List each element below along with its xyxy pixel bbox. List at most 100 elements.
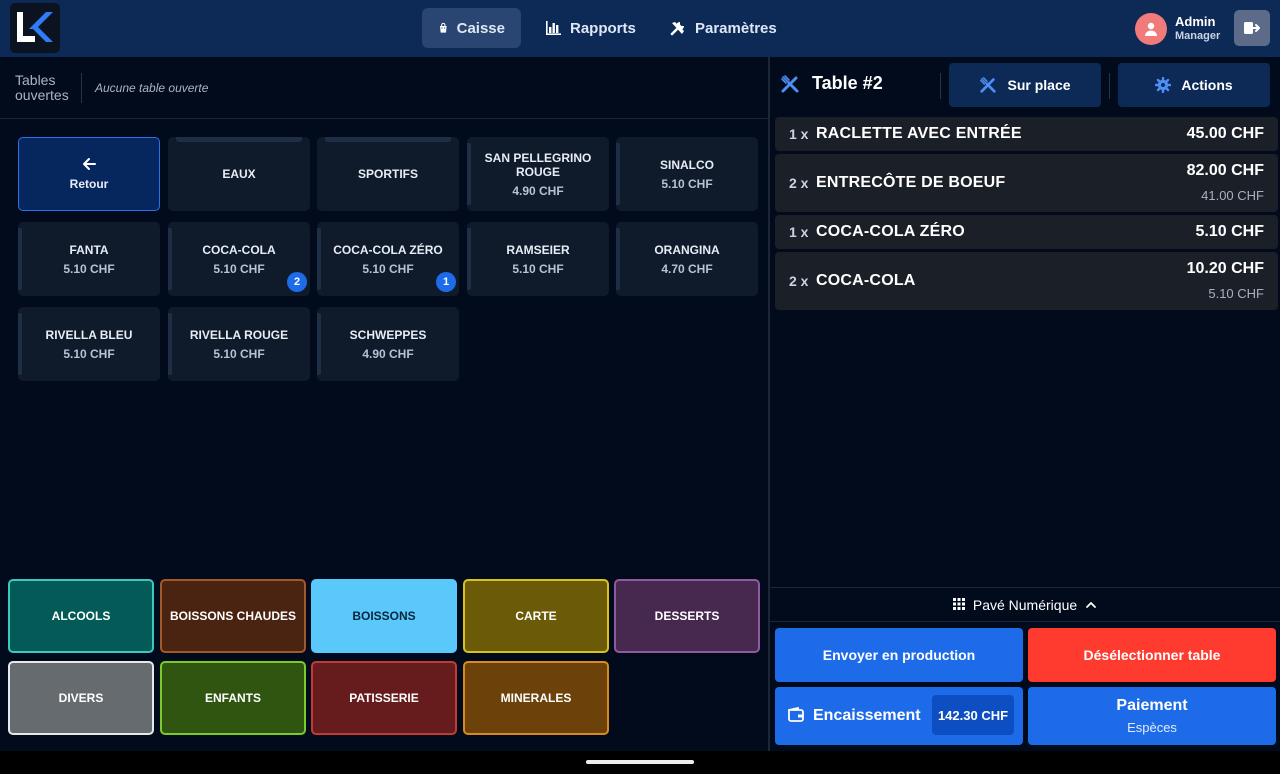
actions-label: Actions	[1181, 77, 1233, 93]
dine-in-button[interactable]: Sur place	[949, 63, 1101, 107]
product-tile[interactable]: FANTA 5.10 CHF	[18, 222, 160, 296]
product-panel: Tables ouvertes Aucune table ouverte Ret…	[0, 57, 768, 751]
tile-name: COCA-COLA	[202, 242, 276, 257]
category-label: ALCOOLS	[51, 609, 111, 623]
folder-tile-sportifs[interactable]: SPORTIFS	[317, 137, 459, 211]
no-open-table-text: Aucune table ouverte	[95, 81, 209, 95]
category-label: ENFANTS	[204, 691, 261, 705]
table-title-text: Table #2	[812, 73, 883, 93]
line-total: 10.20 CHF	[1186, 260, 1264, 277]
order-line[interactable]: 2 x COCA-COLA 10.20 CHF 5.10 CHF	[775, 252, 1278, 310]
line-qty: 2 x	[789, 273, 809, 289]
line-unit-price: 5.10 CHF	[1208, 286, 1264, 301]
category-carte[interactable]: CARTE	[463, 579, 609, 653]
category-label: CARTE	[515, 609, 557, 623]
product-tile[interactable]: RIVELLA BLEU 5.10 CHF	[18, 307, 160, 381]
line-name: COCA-COLA ZÉRO	[816, 223, 965, 240]
wallet-icon	[788, 707, 804, 722]
tile-price: 5.10 CHF	[213, 261, 265, 276]
send-label: Envoyer en production	[822, 647, 976, 663]
product-tile[interactable]: SAN PELLEGRINO ROUGE 4.90 CHF	[467, 137, 609, 211]
category-alcools[interactable]: ALCOOLS	[8, 579, 154, 653]
category-desserts[interactable]: DESSERTS	[614, 579, 760, 653]
utensils-icon	[781, 74, 799, 92]
tile-price: 5.10 CHF	[661, 176, 713, 191]
pos-app: Caisse Rapports Paramètres Admin Manager…	[0, 0, 1280, 774]
keypad-icon	[952, 597, 965, 610]
product-tile[interactable]: SCHWEPPES 4.90 CHF	[317, 307, 459, 381]
product-tile[interactable]: COCA-COLA 5.10 CHF 2	[168, 222, 310, 296]
table-title[interactable]: Table #2	[780, 73, 883, 94]
actions-button[interactable]: Actions	[1118, 63, 1270, 107]
category-minerales[interactable]: MINERALES	[463, 661, 609, 735]
nav-parametres-label: Paramètres	[695, 19, 777, 37]
tile-name: SAN PELLEGRINO ROUGE	[484, 150, 592, 179]
nav-parametres[interactable]: Paramètres	[654, 8, 793, 48]
category-enfants[interactable]: ENFANTS	[160, 661, 306, 735]
encaissement-label: Encaissement	[813, 707, 921, 724]
deselect-label: Désélectionner table	[1083, 647, 1221, 663]
quantity-badge: 2	[287, 272, 307, 292]
category-boissons-chaudes[interactable]: BOISSONS CHAUDES	[160, 579, 306, 653]
product-tile[interactable]: SINALCO 5.10 CHF	[616, 137, 758, 211]
payment-button[interactable]: Paiement Espèces	[1028, 687, 1276, 745]
order-line[interactable]: 2 x ENTRECÔTE DE BOEUF 82.00 CHF 41.00 C…	[775, 154, 1278, 212]
category-divers[interactable]: DIVERS	[8, 661, 154, 735]
category-label: DIVERS	[58, 691, 104, 705]
user-icon	[1145, 22, 1157, 36]
line-name: COCA-COLA	[816, 272, 916, 289]
quantity-badge: 1	[436, 272, 456, 292]
nav-caisse[interactable]: Caisse	[422, 8, 521, 48]
encaissement-button[interactable]: Encaissement 142.30 CHF	[775, 687, 1023, 745]
open-tables-label: Tables ouvertes	[15, 72, 69, 103]
nav-rapports-label: Rapports	[570, 19, 636, 37]
line-qty: 1 x	[789, 126, 809, 142]
tile-name: SPORTIFS	[357, 167, 418, 181]
order-header: Table #2 Sur place Actions	[770, 57, 1280, 112]
product-tile[interactable]: COCA-COLA ZÉRO 5.10 CHF 1	[317, 222, 459, 296]
tile-name: ORANGINA	[654, 242, 720, 257]
user-name: Admin	[1175, 14, 1216, 29]
deselect-table-button[interactable]: Désélectionner table	[1028, 628, 1276, 682]
order-line[interactable]: 1 x COCA-COLA ZÉRO 5.10 CHF	[775, 215, 1278, 249]
logo-icon	[17, 12, 53, 42]
tile-name: RAMSEIER	[506, 242, 570, 257]
send-to-production-button[interactable]: Envoyer en production	[775, 628, 1023, 682]
nav-rapports[interactable]: Rapports	[529, 8, 652, 48]
keypad-toggle[interactable]: Pavé Numérique	[770, 587, 1280, 622]
dine-in-label: Sur place	[1007, 77, 1071, 93]
divider	[940, 73, 941, 99]
tile-price: 4.70 CHF	[661, 261, 713, 276]
folder-tile-eaux[interactable]: EAUX	[168, 137, 310, 211]
home-indicator[interactable]	[586, 760, 694, 764]
tile-price: 4.90 CHF	[362, 346, 414, 361]
tile-name: COCA-COLA ZÉRO	[333, 242, 443, 257]
line-total: 5.10 CHF	[1195, 223, 1264, 240]
app-logo[interactable]	[10, 3, 60, 53]
line-qty: 1 x	[789, 224, 809, 240]
category-boissons[interactable]: BOISSONS	[311, 579, 457, 653]
line-name: RACLETTE AVEC ENTRÉE	[816, 125, 1022, 142]
back-button[interactable]: Retour	[18, 137, 160, 211]
user-role: Manager	[1175, 30, 1221, 42]
divider	[0, 118, 768, 119]
category-patisserie[interactable]: PATISSERIE	[311, 661, 457, 735]
line-qty: 2 x	[789, 175, 809, 191]
tile-name: FANTA	[69, 242, 109, 257]
keypad-label: Pavé Numérique	[972, 596, 1078, 613]
order-line[interactable]: 1 x RACLETTE AVEC ENTRÉE 45.00 CHF	[775, 117, 1278, 151]
logout-button[interactable]	[1234, 10, 1270, 46]
product-tile[interactable]: RIVELLA ROUGE 5.10 CHF	[168, 307, 310, 381]
divider	[1109, 73, 1110, 99]
product-tile[interactable]: RAMSEIER 5.10 CHF	[467, 222, 609, 296]
category-label: BOISSONS	[352, 609, 416, 623]
line-total: 45.00 CHF	[1186, 125, 1264, 142]
user-avatar[interactable]	[1135, 13, 1167, 45]
back-label: Retour	[69, 177, 109, 191]
line-unit-price: 41.00 CHF	[1201, 188, 1264, 203]
product-tile[interactable]: ORANGINA 4.70 CHF	[616, 222, 758, 296]
line-total: 82.00 CHF	[1186, 162, 1264, 179]
bar-chart-icon	[546, 21, 561, 35]
gear-icon	[1155, 77, 1172, 93]
category-label: PATISSERIE	[349, 691, 419, 705]
